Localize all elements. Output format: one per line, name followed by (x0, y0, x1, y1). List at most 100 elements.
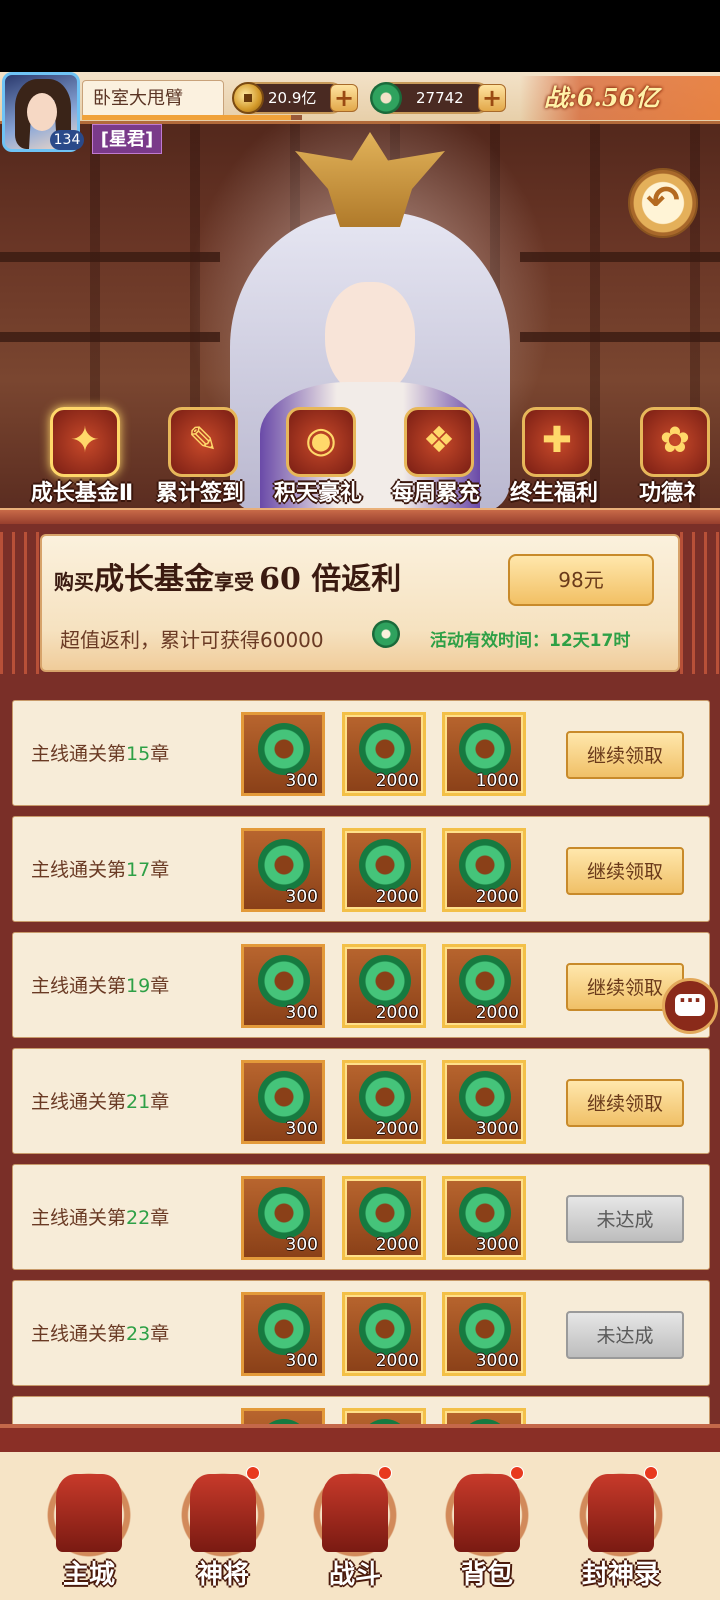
activity-tabs: ✦ 成长基金Ⅱ ✎ 累计签到 ◉ 积天豪礼 ❖ 每周累充 ✚ 终生福利 ✿ 功德… (0, 407, 720, 512)
reward-slot[interactable]: 300 (241, 1060, 325, 1144)
add-coins-button[interactable]: + (330, 84, 358, 112)
tab-merit-gift[interactable]: ✿ 功德礻 (612, 407, 720, 512)
reward-slot[interactable]: 2000 (342, 828, 426, 912)
claim-button[interactable]: 继续领取 (566, 1079, 684, 1127)
jade-icon (258, 1071, 310, 1123)
add-jade-button[interactable]: + (478, 84, 506, 112)
reward-slot[interactable]: 2000 (342, 1060, 426, 1144)
milestone-label-prefix: 主线通关第 (31, 975, 127, 997)
tab-growth-fund[interactable]: ✦ 成长基金Ⅱ (22, 407, 142, 512)
game-screen: 卧室大甩臂 20.9亿 + 27742 + 战:6.56亿 134 [星君] ↶… (0, 72, 720, 1600)
jade-icon (359, 1071, 411, 1123)
reward-count: 2000 (375, 771, 419, 791)
milestone-label-prefix: 主线通关第 (31, 1091, 127, 1113)
growth-fund-banner: 购买成长基金享受 60 倍返利 超值返利，累计可获得60000 活动有效时间：1… (0, 524, 720, 684)
reward-slot[interactable]: 2000 (342, 944, 426, 1028)
nav-deification-record[interactable]: 封神录 (566, 1462, 676, 1600)
jade-icon (359, 955, 411, 1007)
banner-subtitle: 超值返利，累计可获得60000 (60, 628, 324, 652)
notification-badge (246, 1466, 260, 1480)
reward-count: 300 (285, 1235, 318, 1255)
jade-icon (258, 1303, 310, 1355)
chapter-number: 23 (126, 1323, 151, 1345)
jade-icon (359, 723, 411, 775)
jade-amount: 27742 (416, 89, 464, 107)
backpack-icon (454, 1474, 520, 1552)
claim-button[interactable]: 继续领取 (566, 847, 684, 895)
character-face (325, 282, 415, 397)
lattice-window-left (0, 532, 40, 674)
milestone-label-prefix: 主线通关第 (31, 1207, 127, 1229)
event-time: 活动有效时间：12天17时 (430, 631, 631, 651)
reward-slot[interactable]: 1000 (442, 712, 526, 796)
nav-label: 主城 (62, 1560, 115, 1590)
reward-slot[interactable]: 300 (241, 712, 325, 796)
reward-slot[interactable]: 2000 (342, 1176, 426, 1260)
notification-badge (644, 1466, 658, 1480)
shelf (520, 332, 720, 342)
milestone-label-suffix: 章 (150, 1091, 170, 1113)
tab-glyph: ❖ (422, 420, 456, 461)
battle-swords-icon (322, 1474, 388, 1552)
milestone-row: 主线通关第19章 300 2000 2000 继续领取 (12, 932, 710, 1038)
chapter-number: 15 (126, 743, 151, 765)
jade-icon (359, 1303, 411, 1355)
milestone-label: 主线通关第21章 (31, 1087, 169, 1114)
tab-gift-box[interactable]: ✚ 终生福利 (494, 407, 614, 512)
tab-sign-in-scroll[interactable]: ✎ 累计签到 (140, 407, 260, 512)
growth-fund-icon: ✦ (50, 407, 120, 477)
reward-count: 1000 (475, 771, 519, 791)
milestone-label-suffix: 章 (150, 859, 170, 881)
gold-coins-icon: ◉ (286, 407, 356, 477)
jade-icon (459, 1303, 511, 1355)
jade-icon (459, 955, 511, 1007)
reward-count: 2000 (375, 1003, 419, 1023)
jade-icon (258, 1187, 310, 1239)
chat-button[interactable] (662, 978, 718, 1034)
nav-label: 背包 (460, 1560, 513, 1590)
jade-icon (370, 82, 402, 114)
reward-slot[interactable]: 2000 (342, 712, 426, 796)
jade-icon (459, 723, 511, 775)
chapter-number: 19 (126, 975, 151, 997)
reward-slot[interactable]: 3000 (442, 1060, 526, 1144)
milestone-label: 主线通关第22章 (31, 1203, 169, 1230)
nav-backpack[interactable]: 背包 (432, 1462, 542, 1600)
not-reached-button[interactable]: 未达成 (566, 1195, 684, 1243)
back-button[interactable]: ↶ (628, 168, 698, 238)
claim-button[interactable]: 继续领取 (566, 731, 684, 779)
reward-slot[interactable]: 3000 (442, 1176, 526, 1260)
nav-label: 战斗 (328, 1560, 381, 1590)
reward-slot[interactable]: 2000 (442, 828, 526, 912)
reward-count: 2000 (375, 1235, 419, 1255)
reward-slot[interactable]: 3000 (442, 1292, 526, 1376)
milestone-row: 主线通关第22章 300 2000 3000 未达成 (12, 1164, 710, 1270)
tab-gold-coins[interactable]: ◉ 积天豪礼 (258, 407, 378, 512)
nav-main-city[interactable]: 主城 (34, 1462, 144, 1600)
player-title: [星君] (92, 124, 162, 154)
reward-slot[interactable]: 2000 (442, 944, 526, 1028)
tab-treasure-pouch[interactable]: ❖ 每周累充 (376, 407, 496, 512)
buy-fund-button[interactable]: 98元 (508, 554, 654, 606)
bottom-nav: 主城 神将 战斗 背包 封神录 (0, 1424, 720, 1600)
banner-title: 购买成长基金享受 60 倍返利 (54, 554, 401, 598)
reward-slot[interactable]: 300 (241, 1176, 325, 1260)
reward-slot[interactable]: 300 (241, 944, 325, 1028)
tab-label: 每周累充 (391, 481, 480, 506)
milestone-label: 主线通关第23章 (31, 1319, 169, 1346)
tab-label: 积天豪礼 (273, 481, 362, 506)
shelf (0, 252, 220, 262)
chapter-number: 17 (126, 859, 151, 881)
not-reached-button[interactable]: 未达成 (566, 1311, 684, 1359)
back-arrow-icon: ↶ (646, 178, 680, 224)
shelf (0, 332, 220, 342)
reward-count: 2000 (375, 1119, 419, 1139)
nav-hero[interactable]: 神将 (168, 1462, 278, 1600)
reward-slot[interactable]: 2000 (342, 1292, 426, 1376)
nav-battle-swords[interactable]: 战斗 (300, 1462, 410, 1600)
gift-box-icon: ✚ (522, 407, 592, 477)
banner-fund-name: 成长基金 (94, 562, 214, 597)
reward-count: 2000 (375, 887, 419, 907)
reward-slot[interactable]: 300 (241, 1292, 325, 1376)
reward-slot[interactable]: 300 (241, 828, 325, 912)
